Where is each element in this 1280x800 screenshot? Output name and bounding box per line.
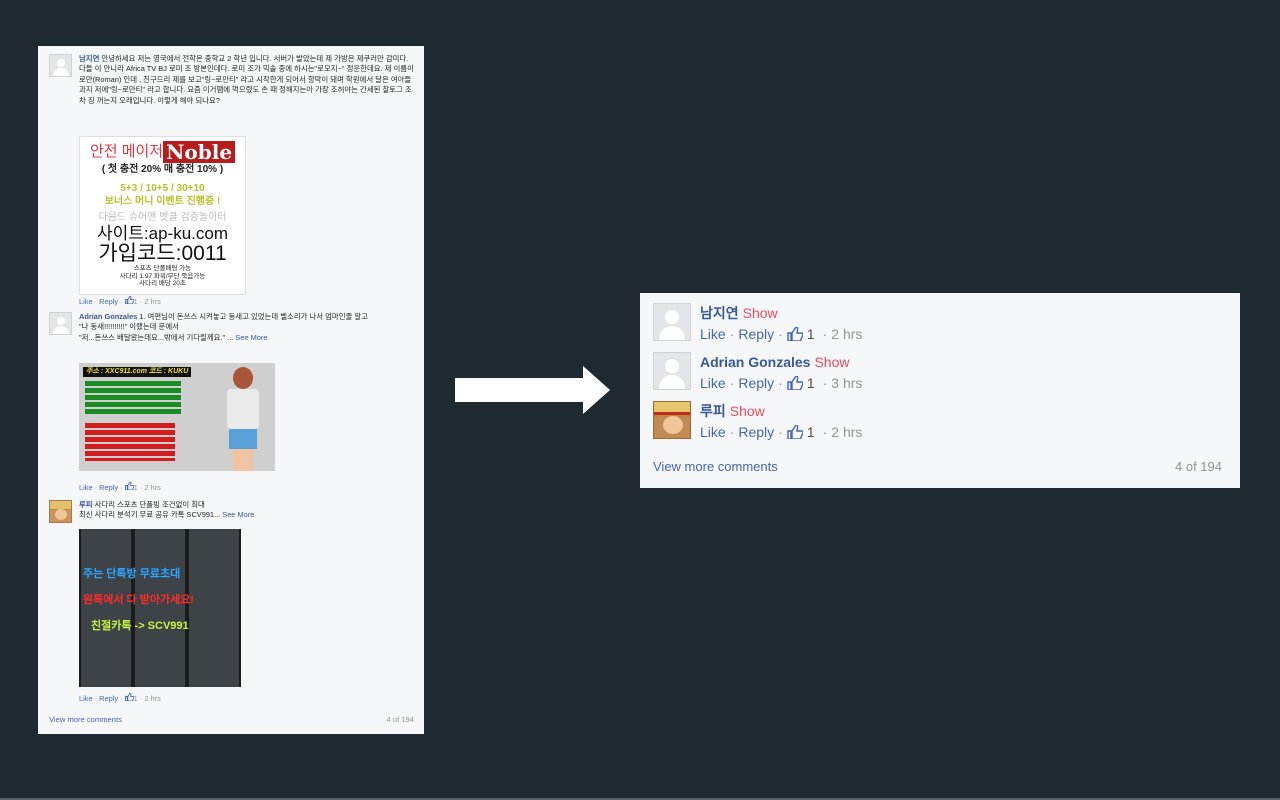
commenter-name[interactable]: Adrian Gonzales bbox=[700, 354, 810, 370]
luffy-avatar-icon[interactable] bbox=[49, 500, 72, 523]
comment-meta: Like · Reply · 1 · 2 hrs bbox=[700, 326, 863, 342]
comment-item: 남지연 Show Like · Reply · 1 · 2 hrs bbox=[653, 303, 1226, 343]
default-avatar-icon[interactable] bbox=[49, 312, 72, 335]
see-more-link[interactable]: See More bbox=[235, 333, 267, 342]
thumbs-up-icon bbox=[787, 376, 803, 390]
spam-ad-image[interactable]: 주는 단톡방 무료초대 원톡에서 다 받아가세요! 친절카톡 -> SCV991 bbox=[79, 529, 241, 687]
comment-count: 4 of 194 bbox=[1175, 459, 1222, 474]
default-avatar-icon[interactable] bbox=[49, 54, 72, 77]
view-more-comments-link[interactable]: View more comments bbox=[49, 715, 122, 724]
view-more-comments-link[interactable]: View more comments bbox=[653, 459, 778, 474]
spam-ad-image[interactable]: 안전 메이저 Noble ( 첫 충전 20% 매 충전 10% ) 5+3 / … bbox=[79, 136, 246, 295]
filtered-comments-panel: 남지연 Show Like · Reply · 1 · 2 hrs Adrian Gonzal… bbox=[640, 293, 1240, 488]
thumbs-up-icon bbox=[787, 425, 803, 439]
thumbs-up-icon bbox=[787, 327, 803, 341]
comment-text: 남지연 안녕하세요 저는 영국에서 전학온 중학교 2 학년 입니다. 서버가 발… bbox=[79, 54, 414, 105]
spam-ad-image[interactable]: 주소 : XXC911.com 코드 : KUKU bbox=[79, 363, 275, 471]
comment-meta: Like · Reply · 1 · 2 hrs bbox=[700, 424, 863, 440]
comment-meta: Like · Reply · 1 · 2 hrs bbox=[79, 692, 161, 703]
reply-link[interactable]: Reply bbox=[99, 483, 118, 492]
comment-item: 루피 Show Like · Reply · 1 · 2 hrs bbox=[653, 401, 1226, 441]
comment-count: 4 of 194 bbox=[386, 715, 414, 724]
comment-text: Adrian Gonzales 1. 여편님이 돈쓰스 시켜놓고 동새고 있었는데… bbox=[79, 312, 368, 342]
show-hidden-link[interactable]: Show bbox=[814, 354, 849, 370]
comment-meta: Like · Reply · 1 · 2 hrs bbox=[79, 481, 161, 492]
thumbs-up-icon bbox=[124, 295, 135, 305]
right-arrow-icon bbox=[455, 366, 610, 414]
default-avatar-icon[interactable] bbox=[653, 303, 691, 341]
see-more-link[interactable]: See More bbox=[222, 510, 254, 519]
comment-meta: Like · Reply · 1 · 2 hrs bbox=[79, 295, 161, 306]
comment-text: 루피 사다리 스포츠 단폴빙 조건없이 최대 최신 사다리 분석기 무료 공유 카톡… bbox=[79, 500, 255, 520]
comment-item: 루피 사다리 스포츠 단폴빙 조건없이 최대 최신 사다리 분석기 무료 공유 카톡… bbox=[49, 500, 414, 710]
like-link[interactable]: Like bbox=[700, 424, 726, 440]
thumbs-up-icon bbox=[124, 692, 135, 702]
luffy-avatar-icon[interactable] bbox=[653, 401, 691, 439]
reply-link[interactable]: Reply bbox=[99, 297, 118, 306]
default-avatar-icon[interactable] bbox=[653, 352, 691, 390]
commenter-name[interactable]: 루피 bbox=[700, 403, 726, 419]
reply-link[interactable]: Reply bbox=[738, 424, 774, 440]
commenter-name[interactable]: Adrian Gonzales bbox=[79, 312, 137, 321]
comment-item: Adrian Gonzales 1. 여편님이 돈쓰스 시켜놓고 동새고 있었는데… bbox=[49, 312, 414, 492]
like-link[interactable]: Like bbox=[79, 483, 93, 492]
like-link[interactable]: Like bbox=[79, 694, 93, 703]
thumbs-up-icon bbox=[124, 481, 135, 491]
like-link[interactable]: Like bbox=[700, 375, 726, 391]
comment-meta: Like · Reply · 1 · 3 hrs bbox=[700, 375, 863, 391]
reply-link[interactable]: Reply bbox=[738, 326, 774, 342]
show-hidden-link[interactable]: Show bbox=[743, 305, 778, 321]
commenter-name[interactable]: 남지연 bbox=[700, 305, 739, 321]
comment-item: 남지연 안녕하세요 저는 영국에서 전학온 중학교 2 학년 입니다. 서버가 발… bbox=[49, 54, 414, 306]
reply-link[interactable]: Reply bbox=[99, 694, 118, 703]
brand-logo: Noble bbox=[163, 141, 236, 163]
commenter-name[interactable]: 루피 bbox=[79, 500, 93, 509]
like-link[interactable]: Like bbox=[700, 326, 726, 342]
original-comments-panel: 남지연 안녕하세요 저는 영국에서 전학온 중학교 2 학년 입니다. 서버가 발… bbox=[38, 46, 424, 734]
comment-item: Adrian Gonzales Show Like · Reply · 1 · 3 hrs bbox=[653, 352, 1226, 392]
reply-link[interactable]: Reply bbox=[738, 375, 774, 391]
like-link[interactable]: Like bbox=[79, 297, 93, 306]
commenter-name[interactable]: 남지연 bbox=[79, 54, 99, 63]
show-hidden-link[interactable]: Show bbox=[730, 403, 765, 419]
